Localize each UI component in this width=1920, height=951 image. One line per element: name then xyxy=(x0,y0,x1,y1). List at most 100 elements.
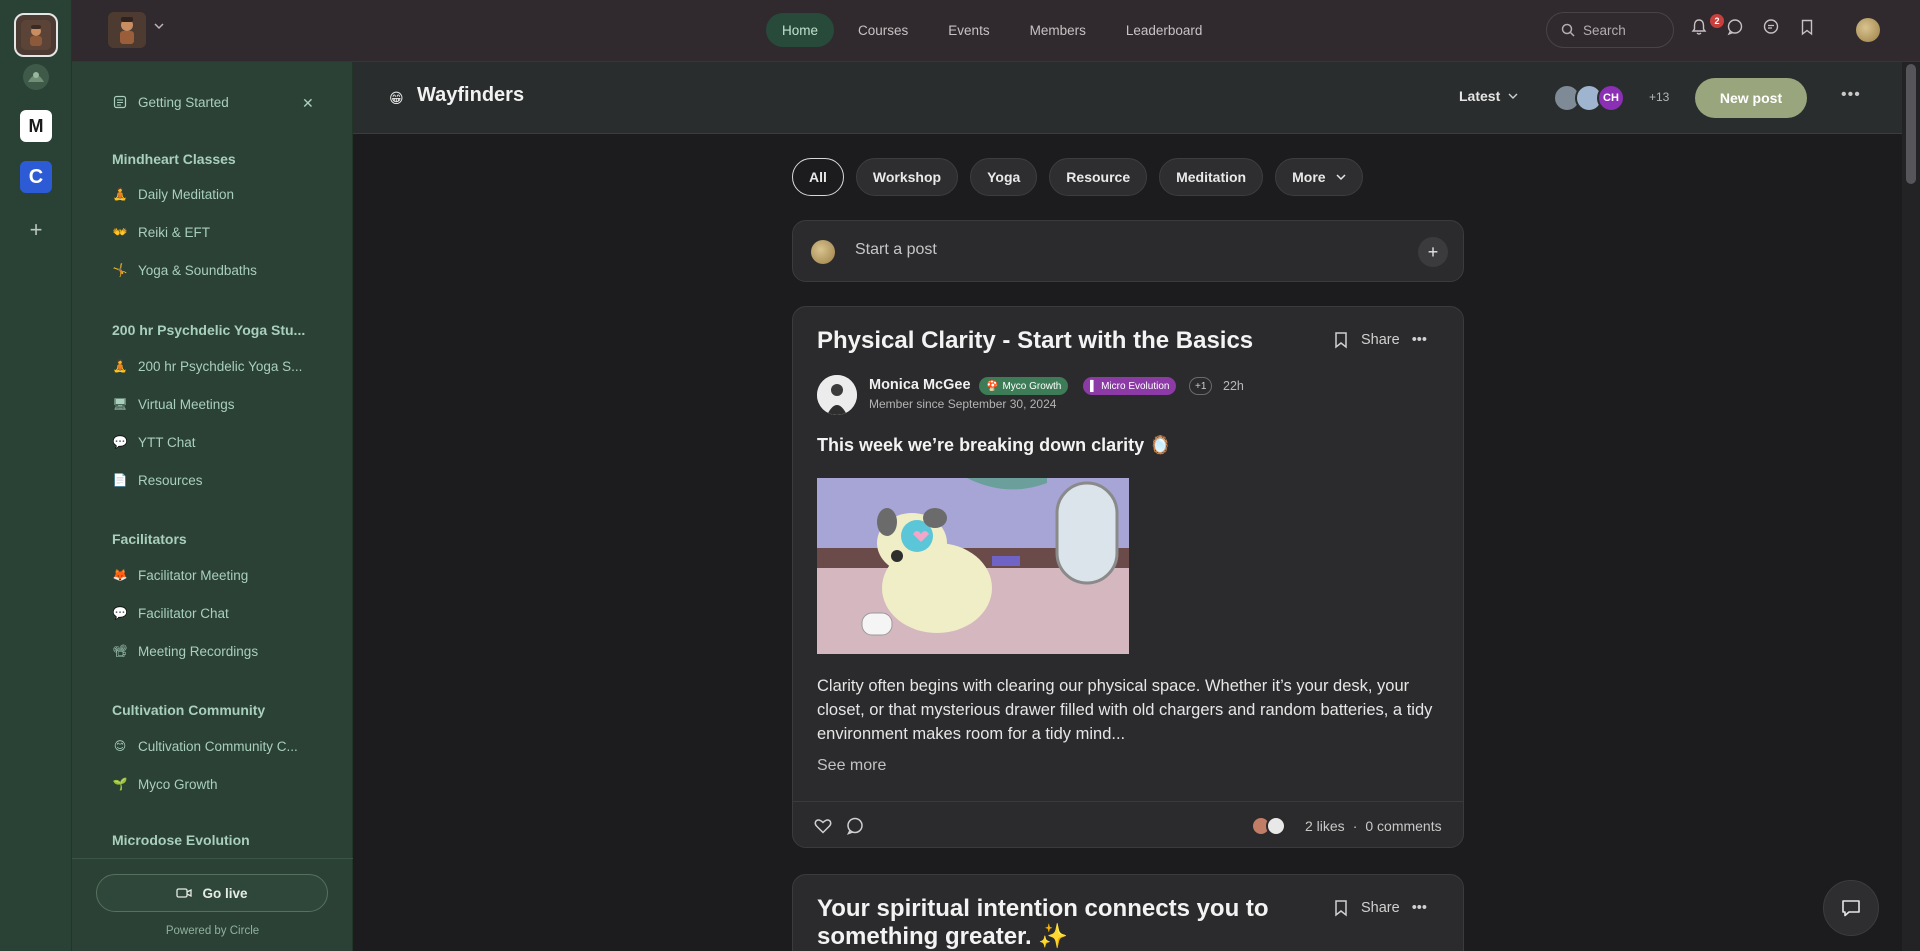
members-more-count[interactable]: +13 xyxy=(1649,90,1669,104)
main-nav: Home Courses Events Members Leaderboard xyxy=(766,13,1218,47)
go-live-button[interactable]: Go live xyxy=(96,874,328,912)
chat-icon xyxy=(1842,900,1860,917)
community-2-logo[interactable] xyxy=(16,57,56,97)
community-m-logo[interactable]: M xyxy=(20,110,52,142)
community-c-logo[interactable]: C xyxy=(20,161,52,193)
feed: All Workshop Yoga Resource Meditation Mo… xyxy=(353,134,1902,951)
post-title[interactable]: Your spiritual intention connects you to… xyxy=(817,895,1317,951)
sort-label: Latest xyxy=(1459,88,1501,104)
heart-icon[interactable] xyxy=(813,816,833,836)
author-avatar[interactable] xyxy=(817,375,857,415)
more-options-icon[interactable]: ••• xyxy=(1412,900,1427,916)
bar-icon: ▌ xyxy=(1090,380,1098,392)
filter-meditation[interactable]: Meditation xyxy=(1159,158,1264,196)
stats-separator: · xyxy=(1352,818,1358,834)
sidebar-item-label: YTT Chat xyxy=(138,434,196,450)
sidebar-section-heading[interactable]: Microdose Evolution xyxy=(112,832,322,848)
community-active-avatar[interactable] xyxy=(14,13,58,57)
add-post-icon[interactable]: + xyxy=(1418,237,1448,267)
new-post-button[interactable]: New post xyxy=(1695,78,1807,118)
sidebar-item-daily-meditation[interactable]: 🧘 Daily Meditation xyxy=(112,179,332,209)
search-icon xyxy=(1561,23,1575,37)
top-header: Home Courses Events Members Leaderboard … xyxy=(72,0,1920,62)
meditation-icon: 🧘 xyxy=(112,187,128,201)
sidebar-item-yoga-soundbaths[interactable]: 🤸 Yoga & Soundbaths xyxy=(112,255,332,285)
fox-icon: 🦊 xyxy=(112,568,128,582)
member-tag-badge: 🍄 Myco Growth xyxy=(979,377,1069,395)
comments-count[interactable]: 0 comments xyxy=(1365,818,1441,834)
author-name[interactable]: Monica McGee xyxy=(869,377,971,393)
post-timestamp[interactable]: 22h xyxy=(1223,379,1244,393)
sidebar-item-reiki-eft[interactable]: 👐 Reiki & EFT xyxy=(112,217,332,247)
nav-tab-home[interactable]: Home xyxy=(766,13,835,47)
more-options-icon[interactable]: ••• xyxy=(1412,332,1427,348)
sidebar-item-cultivation-community[interactable]: 😊 Cultivation Community C... xyxy=(112,731,332,761)
chat-bubble-icon[interactable] xyxy=(1726,18,1748,40)
hands-icon: 👐 xyxy=(112,225,128,239)
community-switcher: M C + xyxy=(0,0,72,951)
composer-placeholder[interactable]: Start a post xyxy=(855,241,937,259)
post-title[interactable]: Physical Clarity - Start with the Basics xyxy=(817,327,1317,355)
members-facepile[interactable]: CH xyxy=(1553,84,1625,112)
sidebar-item-label: Yoga & Soundbaths xyxy=(138,262,257,278)
space-emoji-icon: 😁 xyxy=(389,90,404,106)
scrollbar-thumb[interactable] xyxy=(1906,64,1916,184)
nav-tab-courses[interactable]: Courses xyxy=(842,13,924,47)
sidebar-item-label: Facilitator Meeting xyxy=(138,567,249,583)
filter-resource[interactable]: Resource xyxy=(1049,158,1148,196)
post-composer[interactable]: Start a post + xyxy=(792,220,1464,282)
post-actions: Share ••• xyxy=(1333,899,1427,917)
sidebar-item-label: Cultivation Community C... xyxy=(138,738,298,754)
sidebar-item-facilitator-chat[interactable]: 💬 Facilitator Chat xyxy=(112,598,332,628)
powered-by-link[interactable]: Powered by Circle xyxy=(72,925,353,937)
bookmark-icon[interactable] xyxy=(1798,18,1820,40)
likers-facepile[interactable] xyxy=(1251,816,1286,836)
sidebar-section-heading[interactable]: 200 hr Psychdelic Yoga Stu... xyxy=(112,322,322,338)
user-avatar[interactable] xyxy=(1856,18,1880,42)
sort-dropdown[interactable]: Latest xyxy=(1459,88,1518,104)
sidebar-item-psychedelic-yoga[interactable]: 🧘 200 hr Psychdelic Yoga S... xyxy=(112,351,332,381)
search-button[interactable]: Search xyxy=(1546,12,1674,48)
likes-count[interactable]: 2 likes xyxy=(1305,818,1345,834)
community-logo[interactable] xyxy=(108,12,146,48)
sidebar-section-heading[interactable]: Facilitators xyxy=(112,531,322,547)
close-icon[interactable]: ✕ xyxy=(302,95,314,112)
sidebar-item-label: Virtual Meetings xyxy=(138,396,235,412)
share-button[interactable]: Share xyxy=(1361,900,1400,916)
chevron-down-icon[interactable] xyxy=(154,20,164,34)
space-header: 😁 Wayfinders Latest CH +13 New post ••• xyxy=(353,62,1902,134)
add-community-icon[interactable]: + xyxy=(24,218,48,242)
projector-icon: 📽 xyxy=(112,644,128,658)
chat-widget-button[interactable] xyxy=(1823,880,1879,936)
nav-tab-leaderboard[interactable]: Leaderboard xyxy=(1110,13,1219,47)
filter-workshop[interactable]: Workshop xyxy=(855,158,959,196)
sidebar-item-resources[interactable]: 📄 Resources xyxy=(112,465,332,495)
bookmark-icon[interactable] xyxy=(1333,331,1349,349)
more-tags-badge[interactable]: +1 xyxy=(1189,377,1213,395)
sidebar-item-label: Daily Meditation xyxy=(138,186,235,202)
more-options-icon[interactable]: ••• xyxy=(1841,86,1861,104)
bookmark-icon[interactable] xyxy=(1333,899,1349,917)
sidebar-item-label: Myco Growth xyxy=(138,776,218,792)
post-image[interactable] xyxy=(817,478,1129,654)
sidebar-item-getting-started[interactable]: Getting Started xyxy=(112,87,332,117)
nav-tab-members[interactable]: Members xyxy=(1014,13,1102,47)
sidebar-item-facilitator-meeting[interactable]: 🦊 Facilitator Meeting xyxy=(112,560,332,590)
sidebar-item-meeting-recordings[interactable]: 📽 Meeting Recordings xyxy=(112,636,332,666)
filter-all[interactable]: All xyxy=(792,158,844,196)
nav-tab-events[interactable]: Events xyxy=(932,13,1005,47)
sidebar-section-heading[interactable]: Cultivation Community xyxy=(112,702,322,718)
filter-more[interactable]: More xyxy=(1275,158,1363,196)
share-button[interactable]: Share xyxy=(1361,332,1400,348)
see-more-link[interactable]: See more xyxy=(817,757,886,775)
page-scrollbar[interactable] xyxy=(1902,62,1920,951)
sidebar-item-label: Facilitator Chat xyxy=(138,605,229,621)
sidebar-item-virtual-meetings[interactable]: 🖥 Virtual Meetings xyxy=(112,389,332,419)
filter-yoga[interactable]: Yoga xyxy=(970,158,1038,196)
sidebar-item-myco-growth[interactable]: 🌱 Myco Growth xyxy=(112,769,332,799)
sidebar-item-ytt-chat[interactable]: 💬 YTT Chat xyxy=(112,427,332,457)
messages-icon[interactable] xyxy=(1762,18,1784,40)
sidebar-section-heading[interactable]: Mindheart Classes xyxy=(112,151,322,167)
comment-icon[interactable] xyxy=(845,816,865,836)
bell-icon[interactable] xyxy=(1690,18,1712,40)
